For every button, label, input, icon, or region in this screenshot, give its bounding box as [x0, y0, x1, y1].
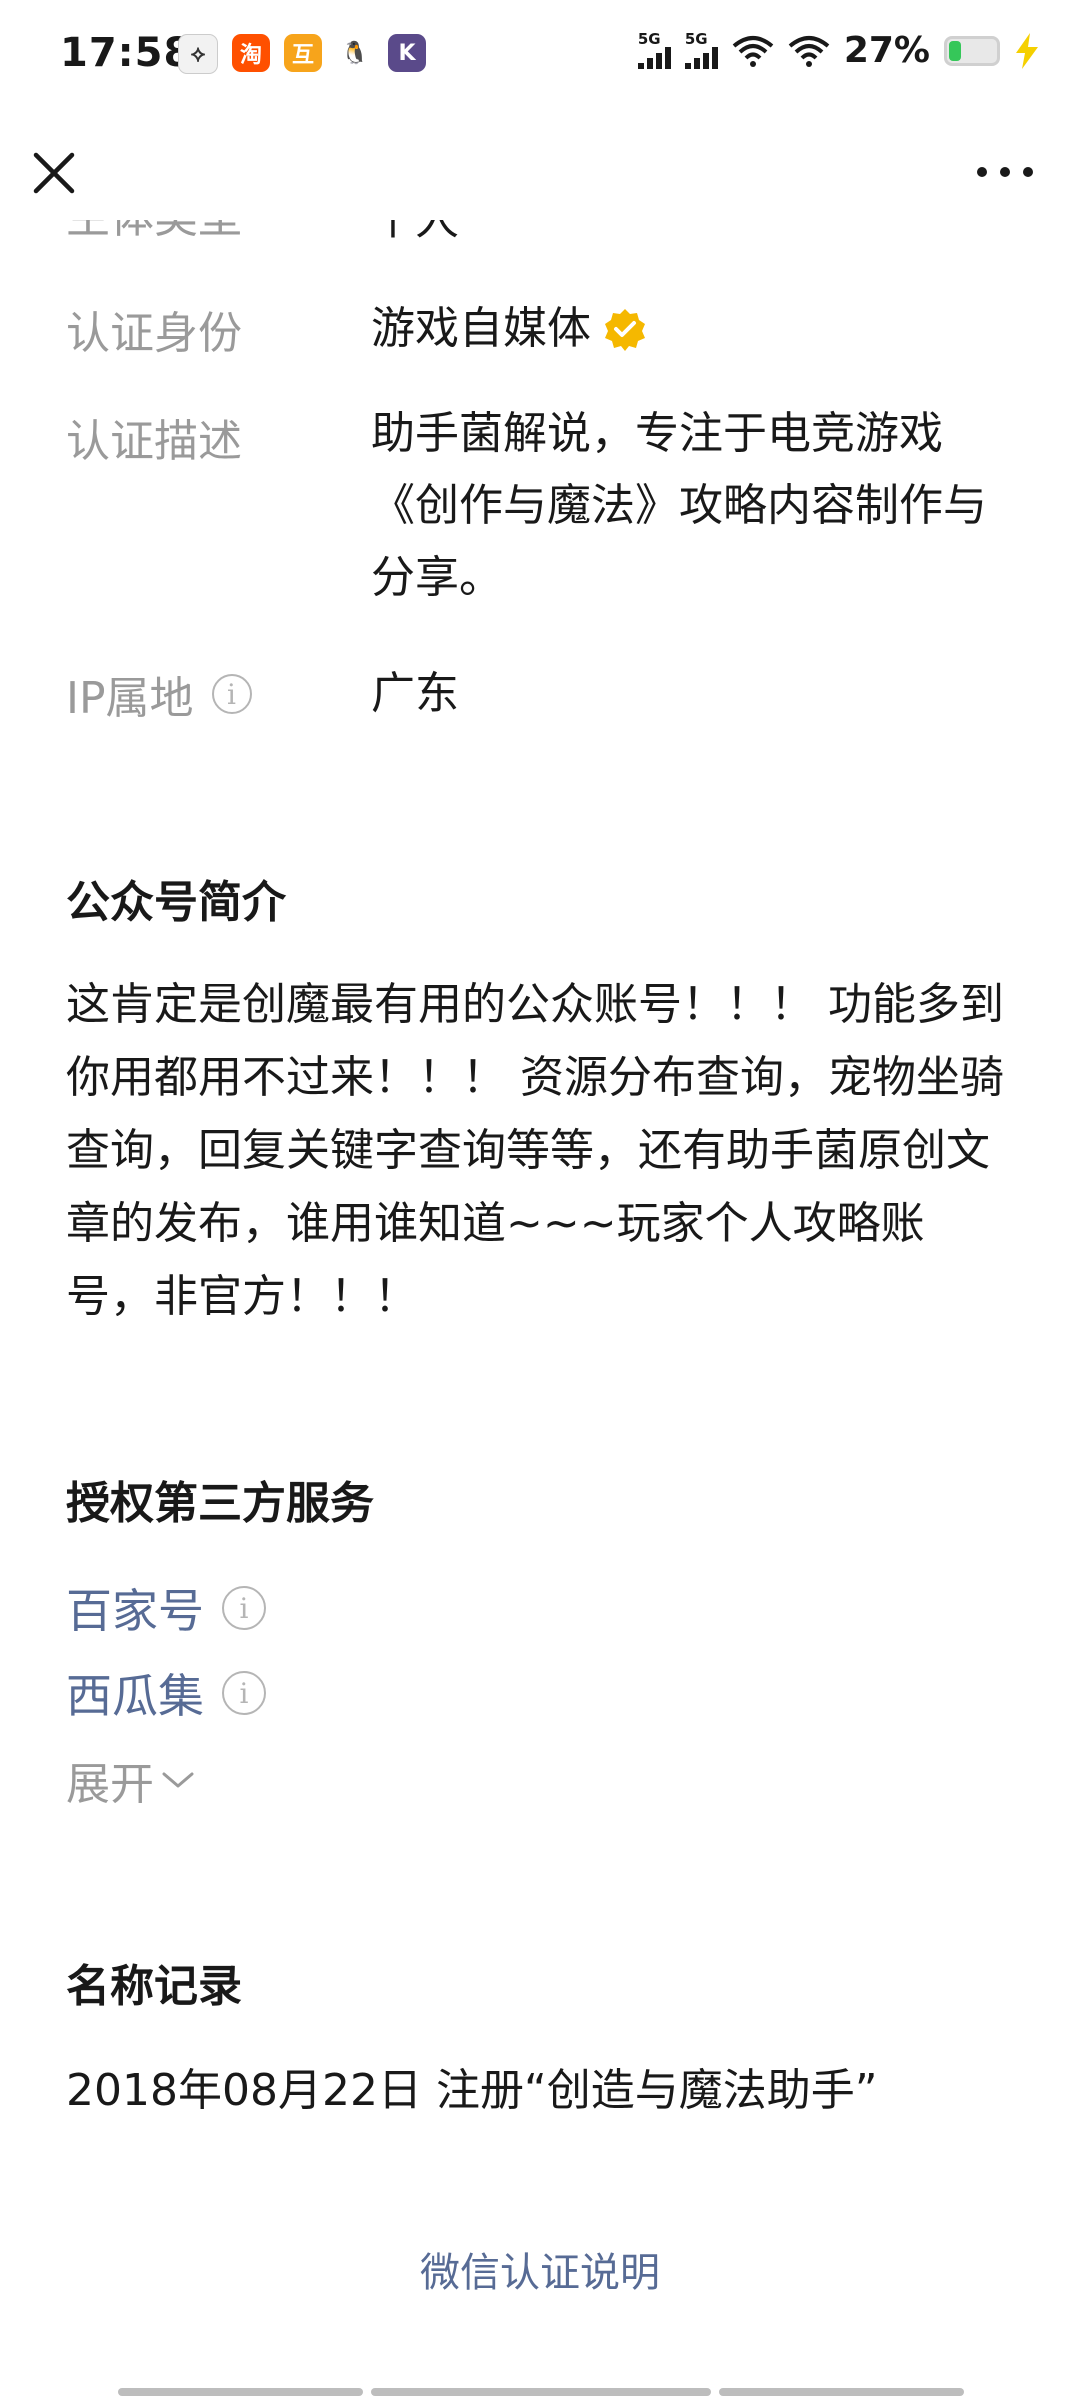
- app1-icon: ⟡: [178, 34, 218, 74]
- battery-percent: 27%: [843, 30, 930, 71]
- intro-text: 这肯定是创魔最有用的公众账号！！！ 功能多到你用都用不过来！！！ 资源分布查询，…: [66, 979, 1004, 1322]
- service-label: 西瓜集: [66, 1669, 204, 1723]
- home-indicator[interactable]: [118, 2388, 964, 2396]
- info-icon[interactable]: i: [222, 1671, 266, 1715]
- info-icon[interactable]: i: [222, 1586, 266, 1630]
- verify-identity-value: 游戏自媒体: [371, 303, 591, 354]
- info-row-ip: IP属地 i 广东: [66, 665, 1026, 724]
- verified-badge-icon: [605, 309, 645, 351]
- info-row-verify-identity: 认证身份 游戏自媒体: [66, 300, 1026, 359]
- expand-button[interactable]: 展开: [66, 1748, 196, 1812]
- ip-value: 广东: [371, 668, 459, 719]
- wechat-verify-info-link[interactable]: 微信认证说明: [0, 2240, 1080, 2298]
- wifi-icon: [788, 35, 830, 67]
- network-type-label: 5G: [637, 30, 661, 48]
- status-bar: 17:58 ⟡ 淘 互 🐧 K 5G 5G 27%: [0, 0, 1080, 115]
- chevron-down-icon: [162, 1772, 194, 1788]
- status-indicators: 5G 5G 27%: [637, 30, 1040, 71]
- service-item-baijiahao[interactable]: 百家号 i: [66, 1575, 266, 1641]
- more-icon[interactable]: [970, 150, 1040, 194]
- intro-title: 公众号简介: [66, 877, 286, 928]
- close-icon[interactable]: [26, 145, 82, 201]
- services-title: 授权第三方服务: [66, 1478, 374, 1529]
- entity-type-label: 主体类型: [66, 220, 371, 243]
- taobao-icon: 淘: [232, 34, 270, 72]
- qq-icon: 🐧: [336, 34, 374, 72]
- signal-bars-icon: [684, 47, 718, 69]
- status-time: 17:58: [60, 30, 193, 76]
- app3-icon: 互: [284, 34, 322, 72]
- account-info-page: 17:58 ⟡ 淘 互 🐧 K 5G 5G 27% 认证身份 游戏自媒体 认证描…: [0, 0, 1080, 2400]
- cellular-signal-1: 5G: [637, 30, 671, 69]
- info-row-entity-type: 主体类型 个人: [66, 220, 1026, 250]
- charging-bolt-icon: [1016, 32, 1038, 69]
- notification-app-icons: ⟡ 淘 互 🐧 K: [178, 34, 426, 74]
- signal-bars-icon: [637, 47, 671, 69]
- app5-icon: K: [388, 34, 426, 72]
- verify-desc-value: 助手菌解说，专注于电竞游戏《创作与魔法》攻略内容制作与分享。: [371, 408, 987, 603]
- info-icon[interactable]: i: [211, 674, 252, 714]
- verify-identity-value-wrap: 游戏自媒体: [371, 300, 1021, 358]
- verify-identity-label: 认证身份: [66, 308, 242, 359]
- ip-label: IP属地: [66, 673, 194, 724]
- wifi-icon: [732, 35, 774, 67]
- name-history-record: 2018年08月22日 注册“创造与魔法助手”: [66, 2065, 878, 2116]
- info-row-verify-desc: 认证描述 助手菌解说，专注于电竞游戏《创作与魔法》攻略内容制作与分享。: [66, 405, 1026, 614]
- service-label: 百家号: [66, 1584, 204, 1638]
- service-item-xiguaji[interactable]: 西瓜集 i: [66, 1660, 266, 1726]
- cellular-signal-2: 5G: [684, 30, 718, 69]
- name-history-title: 名称记录: [66, 1961, 242, 2012]
- battery-icon: [944, 35, 1000, 66]
- expand-label: 展开: [66, 1759, 154, 1810]
- network-type-label: 5G: [684, 30, 708, 48]
- ip-label-wrap: IP属地 i: [66, 665, 371, 724]
- verify-desc-label: 认证描述: [66, 416, 242, 467]
